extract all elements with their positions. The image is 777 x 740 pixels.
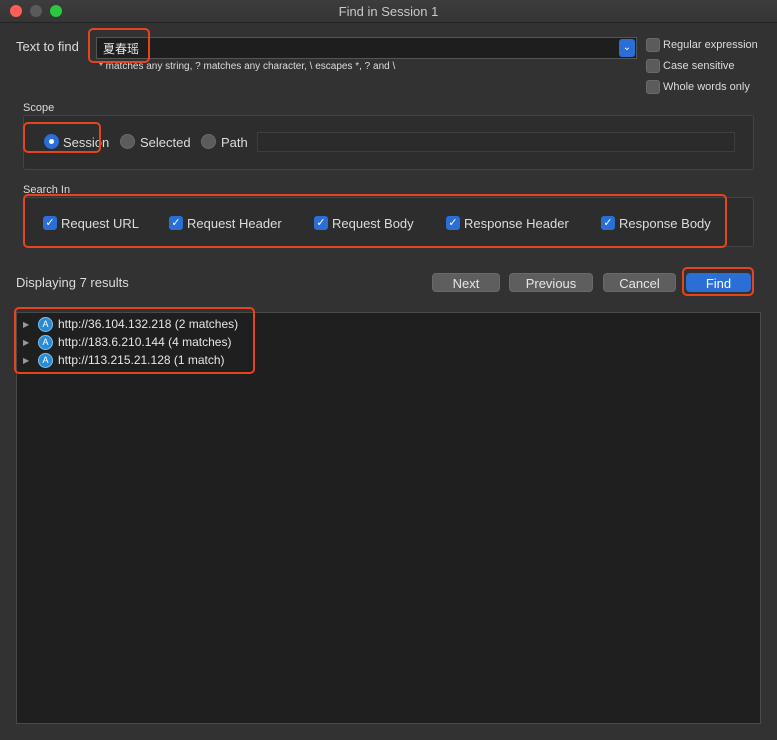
title-bar: Find in Session 1 [0,0,777,23]
find-button[interactable]: Find [686,273,751,292]
request-url-checkbox[interactable]: ✓ [43,216,57,230]
disclosure-triangle-icon[interactable]: ▶ [23,356,31,365]
previous-button[interactable]: Previous [509,273,593,292]
request-body-checkbox[interactable]: ✓ [314,216,328,230]
globe-icon: A [38,316,53,332]
globe-icon: A [38,352,53,368]
globe-icon: A [38,334,53,350]
request-header-checkbox[interactable]: ✓ [169,216,183,230]
scope-session-radio[interactable] [44,134,59,149]
result-label: http://36.104.132.218 (2 matches) [58,317,239,331]
whole-words-only-label: Whole words only [663,81,750,93]
cancel-button[interactable]: Cancel [603,273,676,292]
results-tree[interactable]: ▶ A http://36.104.132.218 (2 matches) ▶ … [16,312,761,724]
text-to-find-input[interactable] [97,38,623,58]
chevron-down-icon[interactable]: ⌄ [619,39,635,57]
whole-words-only-checkbox[interactable] [646,80,660,94]
next-button[interactable]: Next [432,273,500,292]
disclosure-triangle-icon[interactable]: ▶ [23,338,31,347]
result-row[interactable]: ▶ A http://113.215.21.128 (1 match) [23,351,225,369]
scope-selected-label: Selected [140,135,191,150]
request-body-label: Request Body [332,216,414,231]
search-in-label: Search In [23,184,71,196]
window-title: Find in Session 1 [338,4,439,19]
results-status: Displaying 7 results [16,275,129,290]
scope-session-label: Session [63,135,110,150]
regular-expression-checkbox[interactable] [646,38,660,52]
response-body-label: Response Body [619,216,711,231]
result-row[interactable]: ▶ A http://183.6.210.144 (4 matches) [23,333,231,351]
scope-path-radio[interactable] [201,134,216,149]
path-input[interactable] [257,132,735,152]
request-header-label: Request Header [187,216,282,231]
result-label: http://183.6.210.144 (4 matches) [58,335,232,349]
text-to-find-combobox[interactable]: ⌄ [96,37,637,59]
scope-label: Scope [23,102,55,114]
response-body-checkbox[interactable]: ✓ [601,216,615,230]
result-label: http://113.215.21.128 (1 match) [58,353,225,367]
text-to-find-label: Text to find [16,39,79,54]
case-sensitive-checkbox[interactable] [646,59,660,73]
case-sensitive-label: Case sensitive [663,60,735,72]
scope-path-label: Path [221,135,248,150]
search-hint: * matches any string, ? matches any char… [99,61,396,72]
request-url-label: Request URL [61,216,140,231]
disclosure-triangle-icon[interactable]: ▶ [23,320,31,329]
scope-selected-radio[interactable] [120,134,135,149]
regular-expression-label: Regular expression [663,39,758,51]
response-header-checkbox[interactable]: ✓ [446,216,460,230]
response-header-label: Response Header [464,216,569,231]
result-row[interactable]: ▶ A http://36.104.132.218 (2 matches) [23,315,238,333]
find-dialog: Find in Session 1 Text to find ⌄ * match… [0,0,777,740]
